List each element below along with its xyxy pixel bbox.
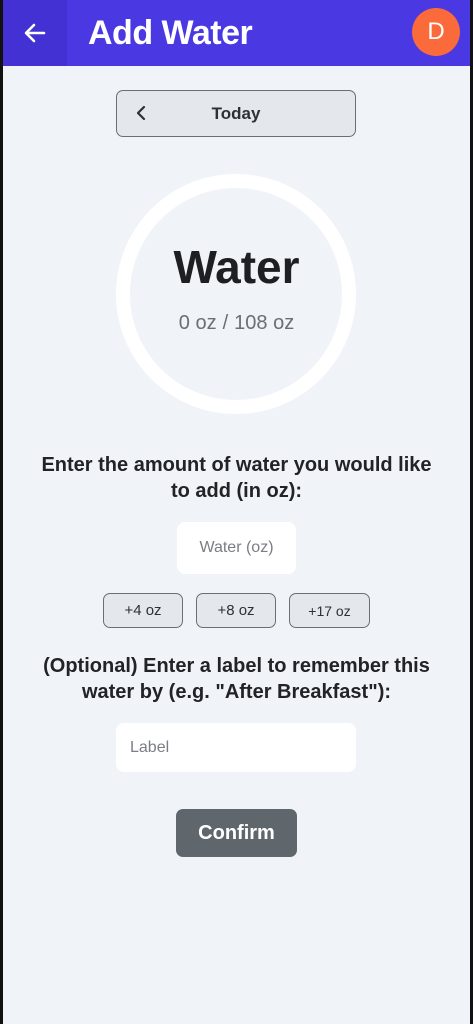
date-label: Today: [211, 104, 261, 123]
amount-separator: /: [222, 312, 229, 334]
water-label-input[interactable]: [116, 723, 356, 772]
page-title: Add Water: [88, 14, 253, 52]
water-summary-amount: 0 oz/108 oz: [0, 312, 473, 335]
label-prompt: (Optional) Enter a label to remember thi…: [43, 655, 430, 703]
date-selector-button[interactable]: Today: [116, 90, 356, 137]
device-frame-left: [0, 0, 3, 1024]
water-progress-ring: [116, 174, 356, 414]
quick-add-8oz-button[interactable]: +8 oz: [196, 593, 276, 628]
water-current-amount: 0 oz: [178, 312, 217, 334]
confirm-button[interactable]: Confirm: [176, 809, 297, 857]
app-header: Add Water D: [0, 0, 473, 66]
water-goal-amount: 108 oz: [234, 312, 295, 334]
water-summary-title: Water: [173, 241, 300, 293]
quick-add-4oz-button[interactable]: +4 oz: [103, 593, 183, 628]
water-amount-input[interactable]: [177, 522, 296, 574]
amount-prompt: Enter the amount of water you would like…: [41, 454, 432, 502]
user-avatar[interactable]: D: [412, 8, 460, 56]
back-button[interactable]: [3, 0, 67, 66]
arrow-left-icon: [24, 23, 46, 43]
quick-add-17oz-button[interactable]: +17 oz: [289, 593, 370, 628]
